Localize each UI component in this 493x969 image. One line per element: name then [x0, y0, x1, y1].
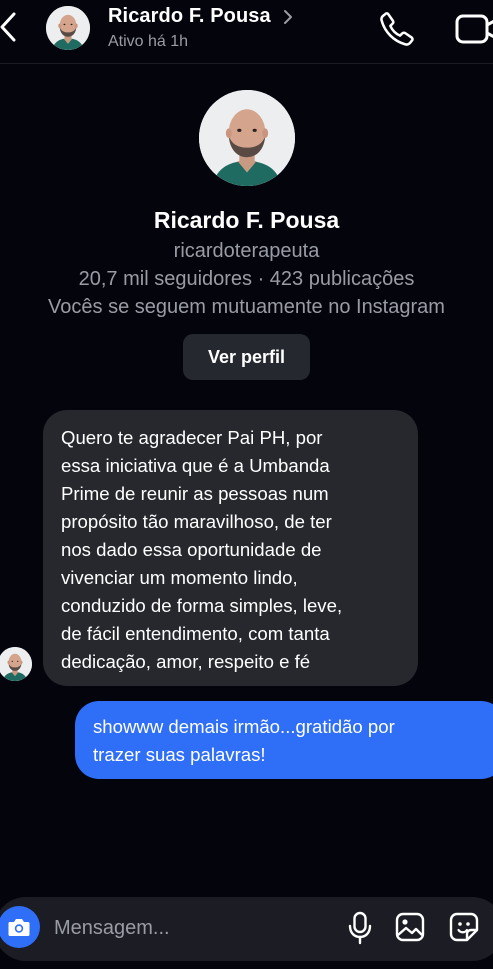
outgoing-message[interactable]: showww demais irmão...gratidão por traze… — [75, 701, 493, 779]
gallery-icon[interactable] — [394, 911, 426, 943]
mutual-follow-note: Vocês se seguem mutuamente no Instagram — [48, 296, 445, 318]
sender-avatar[interactable] — [0, 647, 32, 681]
phone-icon[interactable] — [378, 10, 416, 48]
sticker-icon[interactable] — [448, 911, 480, 943]
header-avatar[interactable] — [46, 6, 90, 50]
incoming-message[interactable]: Quero te agradecer Pai PH, por essa inic… — [43, 410, 418, 686]
profile-username: ricardoterapeuta — [173, 240, 320, 262]
header-contact-name[interactable]: Ricardo F. Pousa — [108, 5, 271, 28]
back-arrow-icon[interactable] — [0, 10, 18, 44]
video-camera-icon[interactable] — [454, 12, 493, 46]
microphone-icon[interactable] — [346, 910, 374, 946]
profile-name: Ricardo F. Pousa — [153, 207, 340, 233]
view-profile-button[interactable]: Ver perfil — [183, 334, 310, 380]
chevron-right-icon[interactable] — [283, 9, 293, 25]
header-activity-status: Ativo há 1h — [108, 33, 189, 50]
profile-avatar[interactable] — [199, 90, 295, 186]
profile-stats: 20,7 mil seguidores · 423 publicações — [78, 268, 415, 290]
chat-header: Ricardo F. Pousa Ativo há 1h — [0, 0, 493, 64]
camera-icon[interactable] — [0, 906, 40, 948]
message-input[interactable] — [54, 911, 324, 945]
